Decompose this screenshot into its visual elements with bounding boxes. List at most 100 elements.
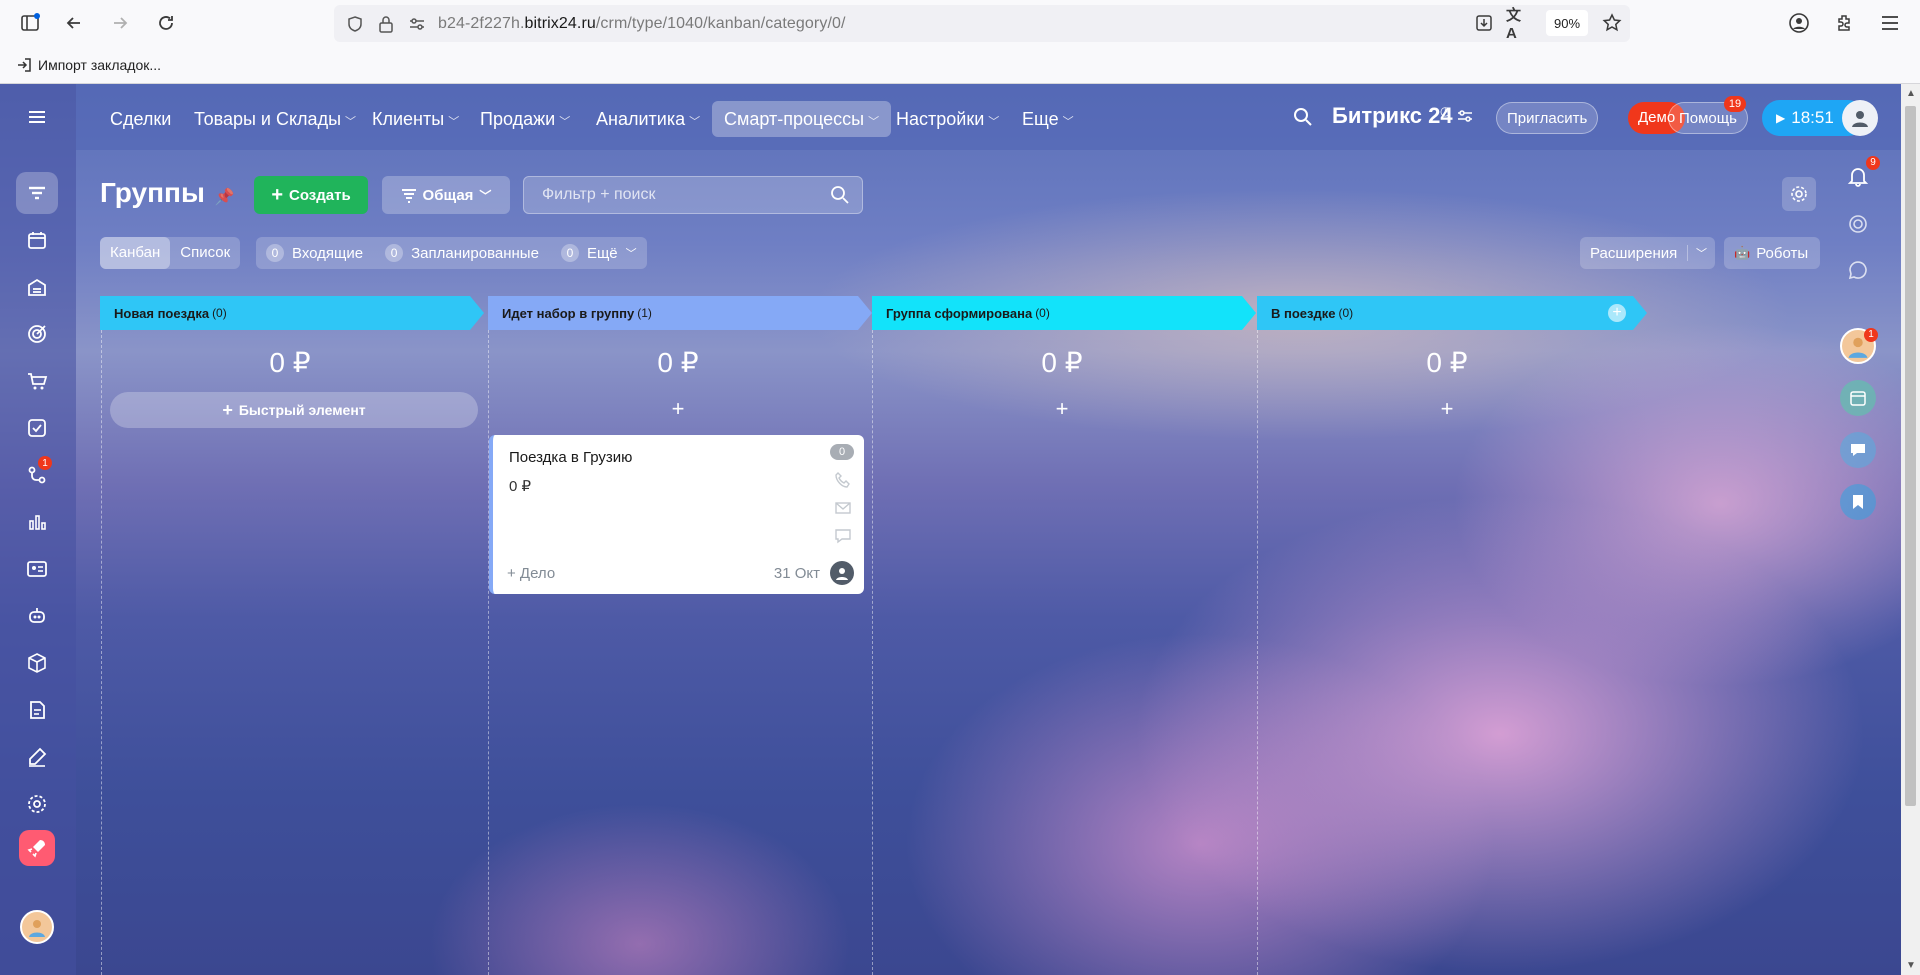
invite-button[interactable]: Пригласить [1496, 102, 1599, 134]
storage-icon[interactable] [16, 266, 58, 308]
calendar-icon[interactable] [16, 219, 58, 261]
planned-filter[interactable]: Запланированные [411, 245, 539, 262]
document-icon[interactable] [16, 689, 58, 731]
tasks-icon[interactable] [16, 407, 58, 449]
sign-icon[interactable] [16, 736, 58, 778]
settings-gear-icon[interactable] [16, 783, 58, 825]
site-settings-icon[interactable] [408, 15, 426, 33]
view-kanban-tab[interactable]: Канбан [100, 237, 171, 269]
more-filter[interactable]: Ещё [587, 245, 618, 262]
card-title[interactable]: Поездка в Грузию [509, 449, 632, 466]
lock-icon[interactable] [378, 15, 394, 33]
profile-avatar[interactable] [1842, 100, 1878, 136]
quick-element-button[interactable]: + Быстрый элемент [110, 392, 478, 428]
chevron-down-icon: ﹀ [345, 116, 357, 128]
calendar-widget-icon[interactable] [1840, 380, 1876, 416]
sidebar-toggle-icon[interactable] [18, 11, 42, 35]
incoming-filter[interactable]: Входящие [292, 245, 363, 262]
chevron-down-icon[interactable]: ﹀ [626, 245, 637, 261]
open-lines-icon[interactable] [1840, 432, 1876, 468]
column-header-new-trip[interactable]: Новая поездка (0) [100, 296, 484, 330]
chevron-down-icon: ﹀ [868, 116, 880, 128]
robot-icon[interactable] [16, 595, 58, 637]
rocket-icon[interactable] [19, 830, 55, 866]
page-scrollbar[interactable]: ▲ ▼ [1901, 84, 1920, 975]
add-item-plus[interactable]: + [872, 396, 1252, 422]
search-icon[interactable] [1292, 106, 1314, 131]
time-text: 18:51 [1791, 108, 1834, 127]
create-button[interactable]: + Создать [254, 176, 368, 214]
add-stage-button[interactable]: + [1608, 304, 1626, 322]
bookmark-widget-icon[interactable] [1840, 484, 1876, 520]
account-icon[interactable] [1787, 11, 1811, 35]
plus-icon: + [222, 399, 233, 420]
download-page-icon[interactable] [1472, 11, 1496, 35]
import-bookmarks-link[interactable]: Импорт закладок... [38, 57, 161, 73]
crm-filter-icon[interactable] [16, 172, 58, 214]
menu-deals[interactable]: Сделки [98, 101, 183, 137]
translate-icon[interactable]: 文A [1506, 7, 1530, 42]
menu-smart-processes[interactable]: Смарт-процессы ﹀ [712, 101, 892, 137]
address-bar[interactable]: b24-2f227h.bitrix24.ru/crm/type/1040/kan… [334, 5, 1630, 42]
responsible-avatar[interactable] [830, 561, 854, 585]
analytics-icon[interactable] [16, 501, 58, 543]
hamburger-menu-icon[interactable] [1878, 11, 1902, 35]
menu-clients[interactable]: Клиенты ﹀ [360, 101, 471, 137]
view-list-tab[interactable]: Список [170, 237, 240, 269]
category-selector[interactable]: Общая ﹀ [382, 176, 510, 214]
menu-sales[interactable]: Продажи ﹀ [468, 101, 582, 137]
robots-button[interactable]: 🤖 Роботы [1724, 237, 1820, 269]
star-icon[interactable] [1600, 11, 1624, 35]
planned-count: 0 [385, 244, 404, 262]
box-icon[interactable] [16, 642, 58, 684]
live-feed-icon[interactable] [1840, 206, 1876, 242]
page-settings-button[interactable] [1782, 177, 1816, 211]
target-icon[interactable] [16, 313, 58, 355]
kanban-card[interactable]: Поездка в Грузию 0 ₽ 0 + Дело 31 Окт [489, 435, 864, 594]
add-item-plus[interactable]: + [488, 396, 868, 422]
forward-icon[interactable] [108, 11, 132, 35]
chat-icon[interactable] [834, 527, 852, 548]
sliders-icon[interactable] [1457, 108, 1473, 127]
card-date: 31 Окт [773, 565, 820, 582]
add-item-plus[interactable]: + [1257, 396, 1637, 422]
search-icon[interactable] [830, 185, 850, 205]
column-header-group-formed[interactable]: Группа сформирована (0) [872, 296, 1256, 330]
pin-icon[interactable]: 📌 [215, 189, 235, 206]
chat-user-avatar[interactable]: 1 [1840, 328, 1878, 364]
chevron-down-icon: ﹀ [988, 116, 1000, 128]
menu-toggle-icon[interactable] [16, 96, 58, 138]
bitrix24-logo[interactable]: Битрикс 24 [1332, 103, 1453, 129]
filter-search[interactable] [523, 176, 863, 214]
scroll-thumb[interactable] [1905, 106, 1916, 806]
url-text[interactable]: b24-2f227h.bitrix24.ru/crm/type/1040/kan… [438, 15, 846, 33]
add-activity-link[interactable]: + Дело [507, 565, 555, 582]
messenger-icon[interactable] [1840, 252, 1876, 288]
menu-analytics[interactable]: Аналитика ﹀ [584, 101, 712, 137]
chevron-down-icon: ﹀ [1062, 116, 1074, 128]
back-icon[interactable] [62, 11, 86, 35]
notifications-icon[interactable]: 9 [1840, 156, 1880, 194]
extensions-button[interactable]: Расширения ﹀ [1580, 237, 1715, 269]
mail-icon[interactable] [834, 499, 852, 520]
column-header-recruiting[interactable]: Идет набор в группу (1) [488, 296, 872, 330]
reload-icon[interactable] [154, 11, 178, 35]
scroll-up-icon[interactable]: ▲ [1906, 88, 1916, 99]
shield-icon[interactable] [346, 15, 364, 33]
menu-products[interactable]: Товары и Склады ﹀ [182, 101, 368, 137]
menu-more[interactable]: Еще ﹀ [1010, 101, 1086, 137]
zoom-level[interactable]: 90% [1546, 10, 1588, 36]
chevron-down-icon: ﹀ [559, 116, 571, 128]
scroll-down-icon[interactable]: ▼ [1906, 960, 1916, 971]
column-header-on-trip[interactable]: В поездке (0) [1257, 296, 1647, 330]
menu-settings[interactable]: Настройки ﹀ [884, 101, 1011, 137]
phone-icon[interactable] [834, 471, 852, 492]
user-avatar[interactable] [20, 910, 54, 944]
column-sum: 0 ₽ [657, 347, 699, 378]
contact-card-icon[interactable] [16, 548, 58, 590]
search-input[interactable] [524, 177, 814, 213]
cart-icon[interactable] [16, 360, 58, 402]
automation-icon[interactable]: 1 [16, 454, 58, 496]
extensions-icon[interactable] [1832, 11, 1856, 35]
column-sum: 0 ₽ [1041, 347, 1083, 378]
